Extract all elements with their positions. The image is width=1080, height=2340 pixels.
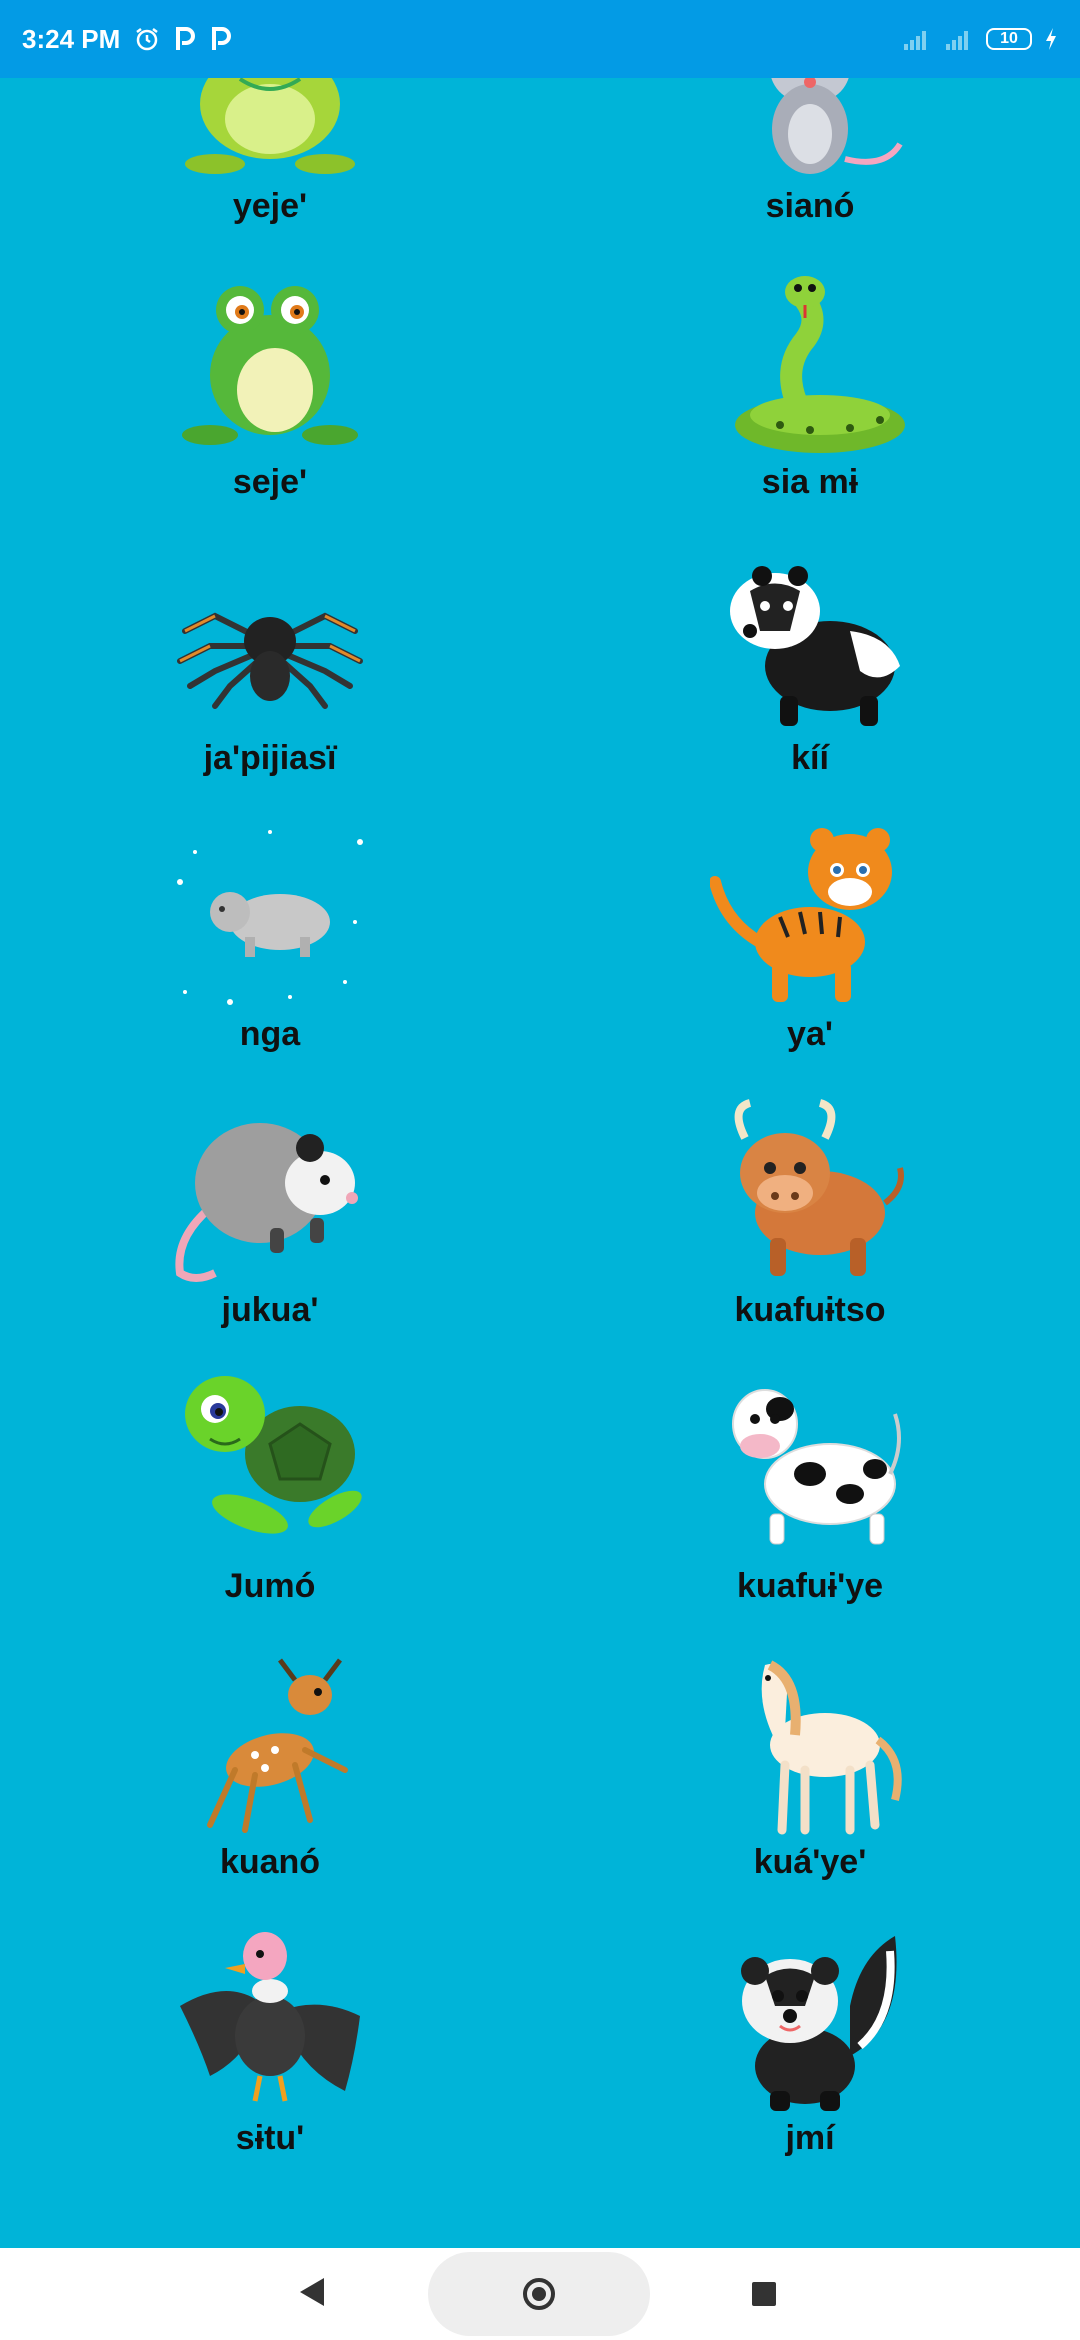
animal-label: sɨtu' — [235, 2119, 305, 2157]
animal-card[interactable]: Jumó — [0, 1364, 540, 1640]
animal-label: kuafuɨtso — [734, 1291, 886, 1329]
animal-card[interactable]: kuanó — [0, 1640, 540, 1916]
animal-card[interactable]: kuá'ye' — [540, 1640, 1080, 1916]
animal-card[interactable]: sɨtu' — [0, 1916, 540, 2192]
animal-label: Jumó — [224, 1567, 316, 1605]
parking-icon — [174, 26, 196, 52]
animal-label: ya' — [787, 1015, 833, 1053]
tiger-icon — [710, 828, 892, 1002]
animal-card[interactable]: kuafuɨ'ye — [540, 1364, 1080, 1640]
animal-label: kuá'ye' — [753, 1843, 867, 1881]
spider-icon — [177, 612, 363, 709]
home-icon[interactable] — [523, 2278, 555, 2310]
turtle-icon — [185, 1376, 362, 1534]
animal-label: yeje' — [232, 187, 308, 225]
opossum-icon — [175, 1123, 358, 1282]
back-icon[interactable] — [300, 2278, 324, 2306]
animal-label: jukua' — [221, 1291, 319, 1329]
animal-card[interactable]: ja'pijiasï — [0, 536, 540, 812]
deer-icon — [207, 1658, 348, 1833]
recents-icon[interactable] — [752, 2282, 776, 2306]
frog-icon — [182, 286, 358, 445]
animal-card[interactable]: jmí — [540, 1916, 1080, 2192]
snake-icon — [735, 276, 905, 453]
signal-icon — [902, 28, 932, 50]
status-time: 3:24 PM — [22, 23, 121, 54]
vulture-icon — [180, 1932, 360, 2102]
animal-label: ja'pijiasï — [203, 739, 337, 777]
animal-label: nga — [239, 1015, 301, 1053]
animal-label: kuafuɨ'ye — [736, 1567, 884, 1605]
mouse-icon — [771, 78, 903, 174]
animal-card[interactable]: sianó — [540, 78, 1080, 260]
animal-card[interactable]: jukua' — [0, 1088, 540, 1364]
animal-label: kuanó — [219, 1843, 321, 1881]
navigation-bar — [0, 2248, 1080, 2340]
animal-card[interactable]: seje' — [0, 260, 540, 536]
bear-icon — [177, 830, 363, 1005]
animal-label: sia mɨ — [761, 463, 859, 501]
animal-card[interactable]: sia mɨ — [540, 260, 1080, 536]
bull-icon — [734, 1099, 904, 1276]
animal-label: jmí — [785, 2119, 835, 2157]
skunk-icon — [741, 1936, 897, 2111]
animal-label: sianó — [765, 187, 855, 225]
animal-card[interactable]: kíí — [540, 536, 1080, 812]
battery-icon: 10 — [986, 28, 1032, 50]
horse-icon — [761, 1660, 902, 1835]
animal-label: seje' — [232, 463, 308, 501]
animal-label: kíí — [791, 739, 829, 777]
signal-icon — [944, 28, 974, 50]
animal-card[interactable]: nga — [0, 812, 540, 1088]
badger-icon — [730, 566, 900, 726]
alarm-icon — [134, 26, 160, 52]
animal-grid: yeje' sianó seje' sia mɨ ja'pijiasï kíí … — [0, 78, 1080, 2248]
animal-card[interactable]: ya' — [540, 812, 1080, 1088]
charging-icon — [1044, 27, 1058, 51]
animal-card[interactable]: yeje' — [0, 78, 540, 260]
status-bar: 3:24 PM 10 — [0, 0, 1080, 78]
cow-icon — [732, 1389, 901, 1545]
frog-icon — [185, 78, 355, 174]
parking-icon — [210, 26, 232, 52]
animal-card[interactable]: kuafuɨtso — [540, 1088, 1080, 1364]
